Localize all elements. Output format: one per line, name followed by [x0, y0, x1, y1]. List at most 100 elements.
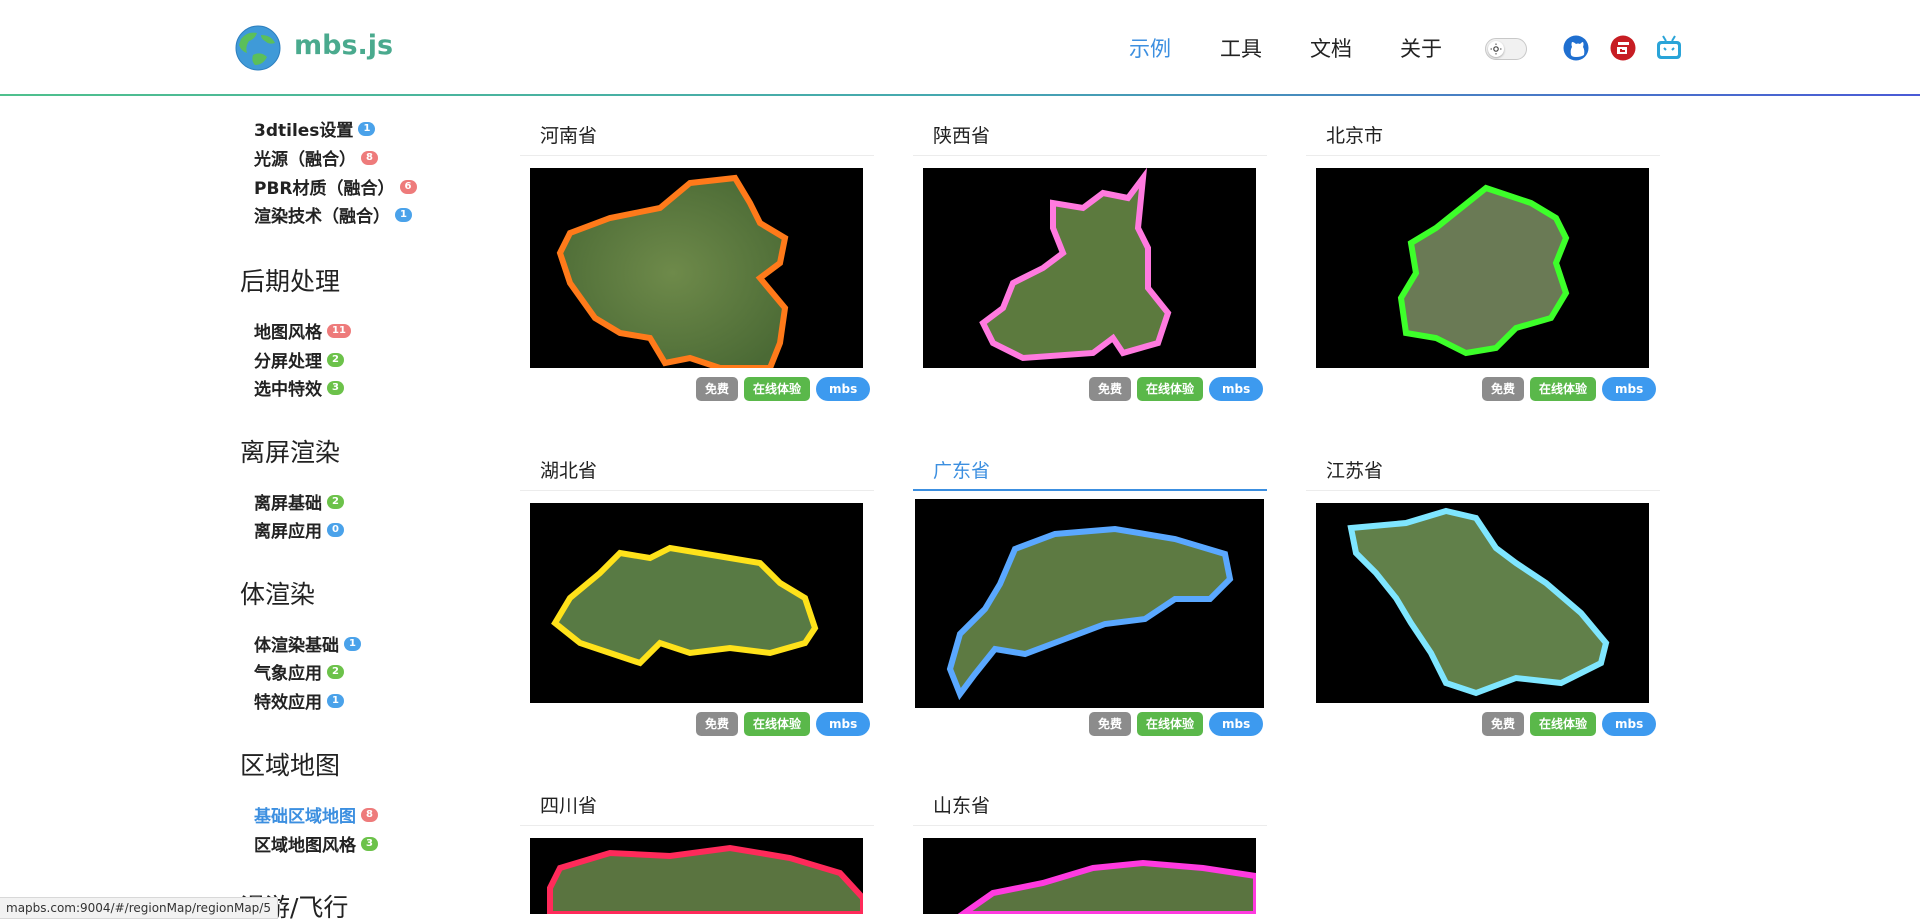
online-tag[interactable]: 在线体验: [1530, 712, 1597, 736]
card-shaanxi[interactable]: 陕西省: [913, 116, 1267, 156]
card-tags: 免费 在线体验 mbs: [1482, 377, 1657, 401]
sidebar-item-label: 选中特效: [254, 380, 322, 400]
logo-text[interactable]: mbs.js: [294, 30, 393, 61]
card-thumbnail[interactable]: [530, 503, 863, 703]
sidebar-item-label: 离屏基础: [254, 494, 322, 514]
nav-examples[interactable]: 示例: [1129, 33, 1171, 63]
count-badge: 1: [395, 207, 412, 222]
card-title: 江苏省: [1306, 451, 1660, 491]
mbs-tag[interactable]: mbs: [1209, 377, 1264, 401]
sidebar-item-label: 特效应用: [254, 693, 322, 713]
sidebar-item-label: 体渲染基础: [254, 636, 339, 656]
sidebar-item-3dtiles[interactable]: 3dtiles设置 1: [254, 116, 376, 141]
online-tag[interactable]: 在线体验: [744, 712, 811, 736]
sidebar-item-volume-basic[interactable]: 体渲染基础 1: [254, 631, 361, 656]
card-jiangsu[interactable]: 江苏省: [1306, 451, 1660, 491]
sidebar-item-map-style[interactable]: 地图风格 11: [254, 318, 351, 343]
card-guangdong[interactable]: 广东省: [913, 451, 1267, 491]
status-bar-url: mapbs.com:9004/#/regionMap/regionMap/5: [0, 897, 278, 919]
free-tag: 免费: [696, 712, 739, 736]
card-sichuan[interactable]: 四川省: [520, 786, 874, 826]
nav-tools[interactable]: 工具: [1220, 33, 1262, 63]
nav-docs[interactable]: 文档: [1310, 33, 1352, 63]
group-title-volume: 体渲染: [240, 580, 316, 609]
mbs-tag[interactable]: mbs: [816, 377, 871, 401]
bilibili-icon[interactable]: [1655, 34, 1683, 62]
count-badge: 1: [344, 636, 361, 651]
group-title-postprocess: 后期处理: [240, 267, 341, 296]
sun-icon: [1488, 41, 1504, 57]
count-badge: 0: [327, 522, 344, 537]
count-badge: 2: [327, 664, 344, 679]
free-tag: 免费: [1482, 712, 1525, 736]
card-title: 山东省: [913, 786, 1267, 826]
card-thumbnail[interactable]: [530, 168, 863, 368]
sidebar-item-rendering[interactable]: 渲染技术（融合） 1: [254, 202, 412, 227]
free-tag: 免费: [1089, 712, 1132, 736]
sidebar-item-effects[interactable]: 特效应用 1: [254, 688, 344, 713]
card-tags: 免费 在线体验 mbs: [696, 377, 871, 401]
sidebar-item-pbr[interactable]: PBR材质（融合） 6: [254, 174, 417, 199]
sidebar-item-light[interactable]: 光源（融合） 8: [254, 145, 378, 170]
count-badge: 1: [358, 121, 376, 136]
free-tag: 免费: [1089, 377, 1132, 401]
logo-globe-icon[interactable]: [233, 25, 283, 71]
sidebar-item-label: 气象应用: [254, 664, 322, 684]
card-title: 广东省: [913, 451, 1267, 491]
sidebar-item-region-map-style[interactable]: 区域地图风格 3: [254, 831, 378, 856]
nav-about[interactable]: 关于: [1400, 33, 1442, 63]
card-title: 四川省: [520, 786, 874, 826]
mbs-tag[interactable]: mbs: [1602, 712, 1657, 736]
card-shandong[interactable]: 山东省: [913, 786, 1267, 826]
card-tags: 免费 在线体验 mbs: [1089, 712, 1264, 736]
free-tag: 免费: [1482, 377, 1525, 401]
theme-toggle[interactable]: [1485, 38, 1527, 60]
card-title: 陕西省: [913, 116, 1267, 156]
card-thumbnail[interactable]: [1316, 168, 1649, 368]
online-tag[interactable]: 在线体验: [744, 377, 811, 401]
sidebar: 3dtiles设置 1 光源（融合） 8 PBR材质（融合） 6 渲染技术（融合…: [0, 96, 500, 919]
card-thumbnail[interactable]: [1316, 503, 1649, 703]
sidebar-item-label: 光源（融合）: [254, 150, 356, 170]
online-tag[interactable]: 在线体验: [1137, 712, 1204, 736]
card-title: 湖北省: [520, 451, 874, 491]
sidebar-item-split-screen[interactable]: 分屏处理 2: [254, 347, 344, 372]
mbs-tag[interactable]: mbs: [1209, 712, 1264, 736]
card-thumbnail[interactable]: [923, 838, 1256, 914]
mbs-tag[interactable]: mbs: [1602, 377, 1657, 401]
online-tag[interactable]: 在线体验: [1530, 377, 1597, 401]
gitee-icon[interactable]: [1609, 34, 1637, 62]
count-badge: 1: [327, 693, 344, 708]
count-badge: 2: [327, 352, 344, 367]
card-thumbnail[interactable]: [915, 499, 1264, 708]
sidebar-item-label: 基础区域地图: [254, 807, 356, 827]
card-thumbnail[interactable]: [923, 168, 1256, 368]
count-badge: 6: [399, 179, 417, 194]
sidebar-item-label: 地图风格: [254, 323, 322, 343]
sidebar-item-basic-region-map[interactable]: 基础区域地图 8: [254, 802, 378, 827]
count-badge: 2: [327, 494, 344, 509]
sidebar-item-label: 渲染技术（融合）: [254, 207, 390, 227]
mbs-tag[interactable]: mbs: [816, 712, 871, 736]
sidebar-item-label: 分屏处理: [254, 352, 322, 372]
card-tags: 免费 在线体验 mbs: [1089, 377, 1264, 401]
card-beijing[interactable]: 北京市: [1306, 116, 1660, 156]
github-icon[interactable]: [1562, 34, 1590, 62]
group-title-region-map: 区域地图: [240, 751, 341, 780]
card-title: 北京市: [1306, 116, 1660, 156]
sidebar-item-label: PBR材质（融合）: [254, 179, 395, 199]
card-title: 河南省: [520, 116, 874, 156]
card-henan[interactable]: 河南省: [520, 116, 874, 156]
count-badge: 3: [361, 836, 378, 851]
card-tags: 免费 在线体验 mbs: [696, 712, 871, 736]
card-hubei[interactable]: 湖北省: [520, 451, 874, 491]
sidebar-item-selection-effect[interactable]: 选中特效 3: [254, 375, 344, 400]
group-title-offscreen: 离屏渲染: [240, 438, 341, 467]
sidebar-item-offscreen-basic[interactable]: 离屏基础 2: [254, 489, 344, 514]
sidebar-item-label: 离屏应用: [254, 522, 322, 542]
card-thumbnail[interactable]: [530, 838, 863, 914]
sidebar-item-weather[interactable]: 气象应用 2: [254, 659, 344, 684]
top-header: mbs.js 示例 工具 文档 关于: [0, 0, 1920, 96]
sidebar-item-offscreen-app[interactable]: 离屏应用 0: [254, 517, 344, 542]
online-tag[interactable]: 在线体验: [1137, 377, 1204, 401]
